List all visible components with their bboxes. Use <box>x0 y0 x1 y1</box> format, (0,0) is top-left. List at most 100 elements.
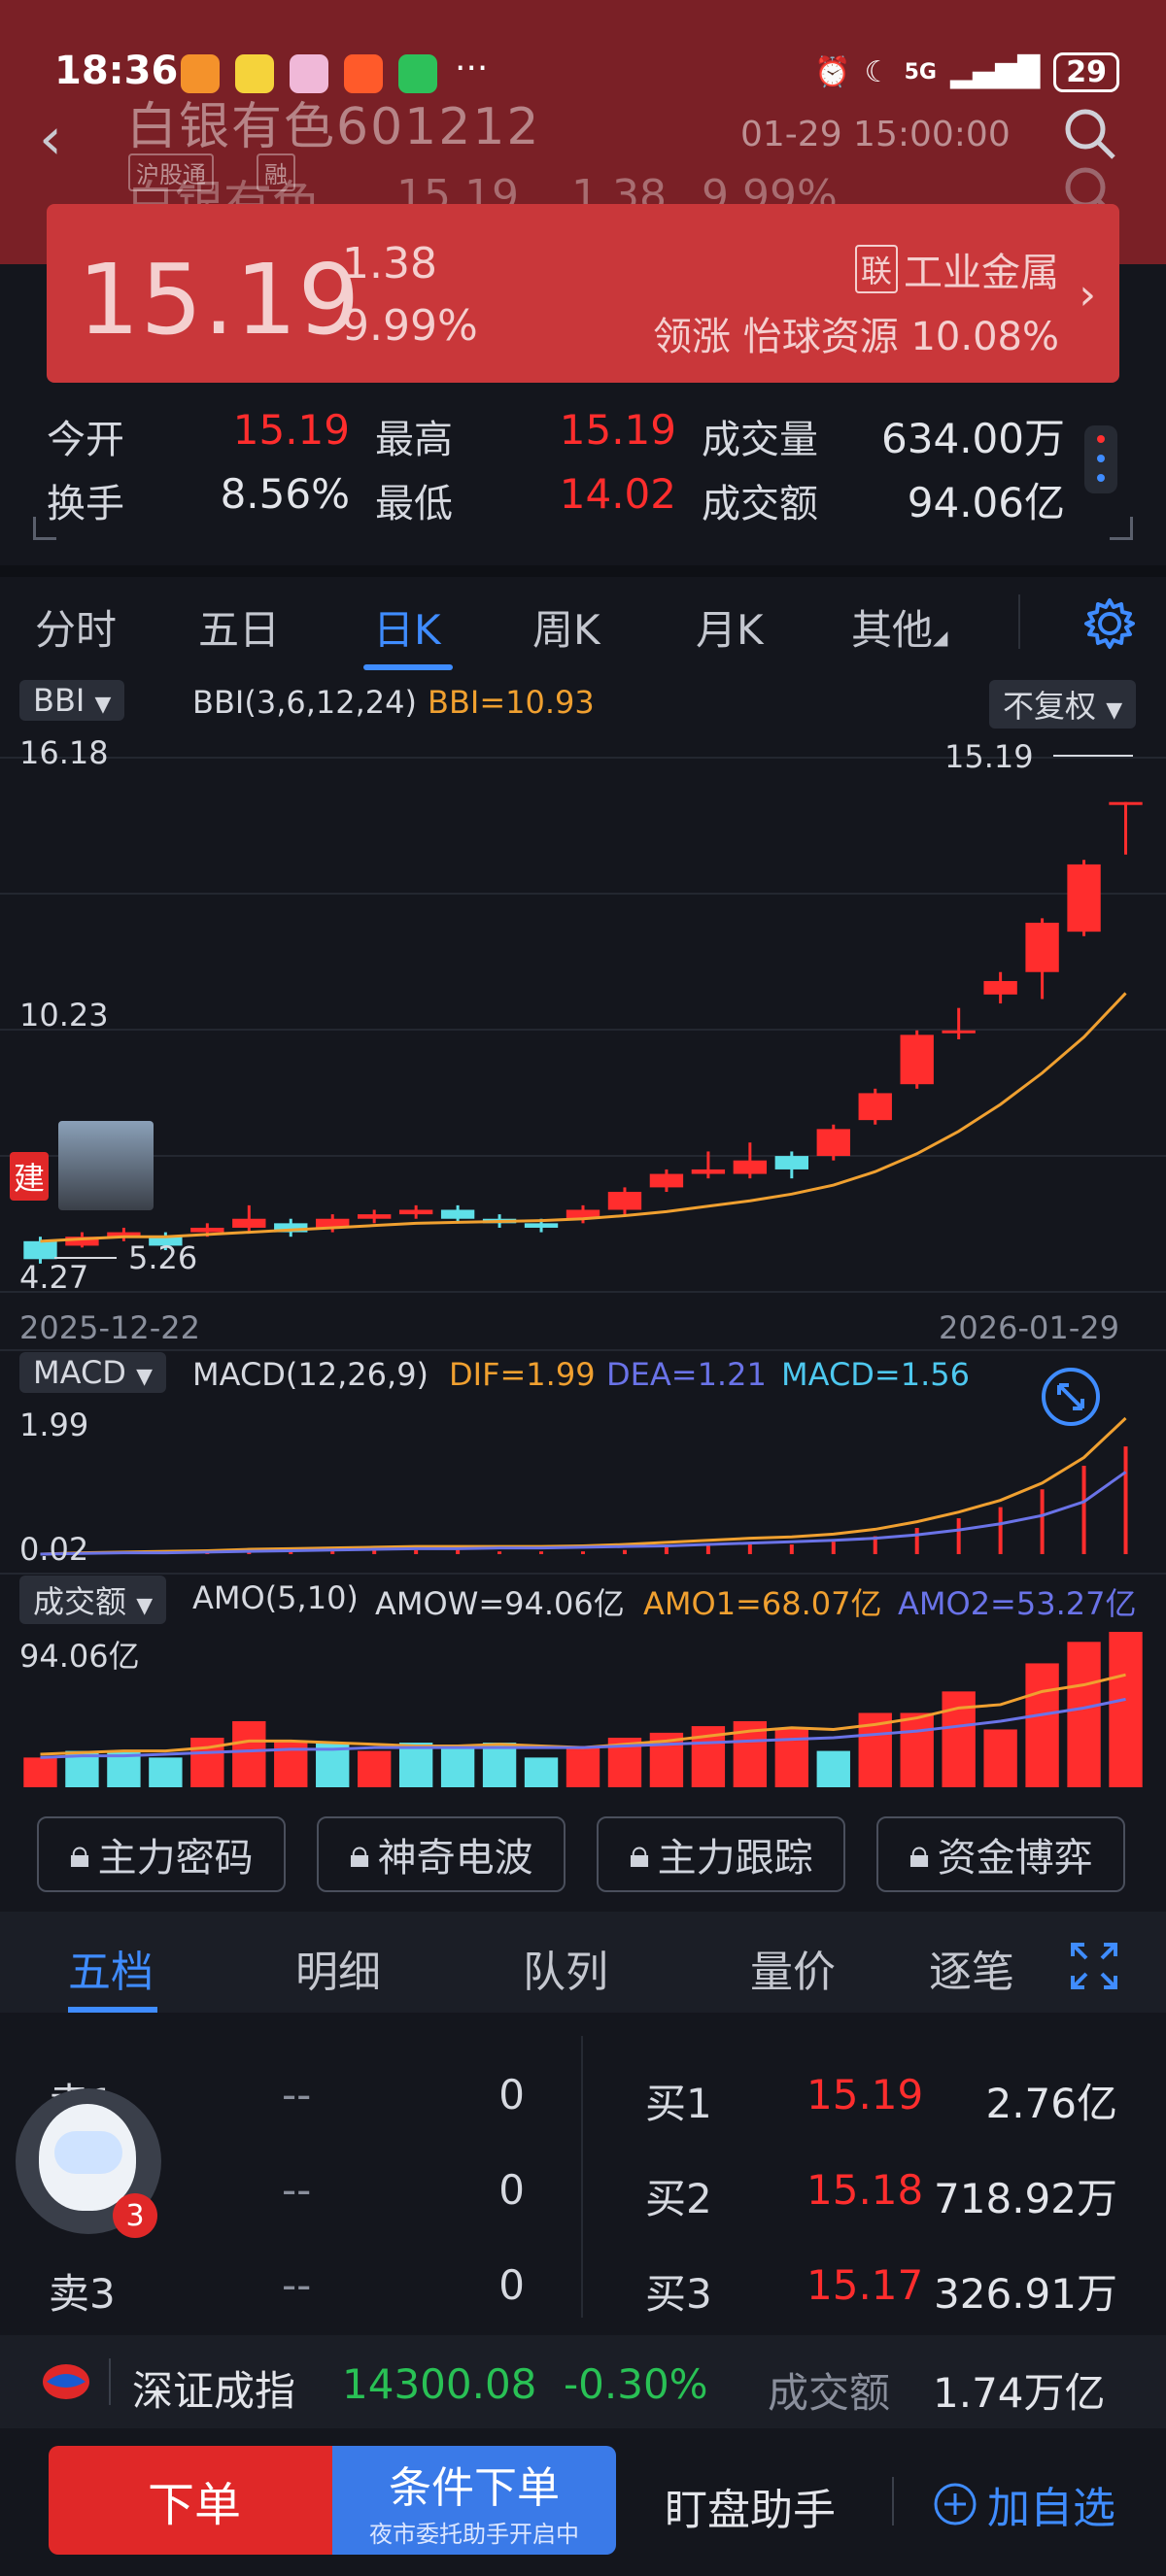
conditional-order-button[interactable]: 条件下单 夜市委托助手开启中 <box>332 2446 616 2555</box>
candle-body <box>1109 801 1143 805</box>
amount-bar <box>149 1757 183 1787</box>
low-value: 14.02 <box>559 470 676 518</box>
candle-body <box>816 1129 850 1157</box>
candle-body <box>774 1156 808 1169</box>
buy2-volume: 718.92万 <box>934 2175 1117 2222</box>
chevron-down-icon: ▼ <box>94 693 112 717</box>
sell3-volume: 0 <box>498 2261 525 2309</box>
divider <box>109 2358 111 2405</box>
lock-icon: 🔒︎ <box>349 1832 370 1877</box>
back-button[interactable]: ‹ <box>39 105 62 173</box>
tab-monthly-k[interactable]: 月K <box>696 597 764 657</box>
indicator-select[interactable]: BBI ▼ <box>19 680 125 721</box>
quote-time: 01-29 15:00:00 <box>740 115 1011 154</box>
amount-bar <box>983 1729 1017 1787</box>
divider <box>581 2036 583 2318</box>
conditional-order-sub: 夜市委托助手开启中 <box>369 2520 579 2548</box>
divider <box>1018 594 1020 649</box>
tab-tick[interactable]: 逐笔 <box>929 1937 1014 1999</box>
expand-icon[interactable] <box>1069 1941 1119 1991</box>
tab-five-levels[interactable]: 五档 <box>68 1937 154 1999</box>
more-quote-toggle[interactable] <box>1084 425 1117 493</box>
industry-badge: 联 <box>854 245 898 293</box>
sell3-label: 卖3 <box>49 2270 116 2318</box>
candle-body <box>440 1209 475 1219</box>
candle-body <box>858 1093 892 1121</box>
feature-main-track[interactable]: 🔒︎ 主力跟踪 <box>597 1816 845 1892</box>
candle-body <box>733 1160 768 1174</box>
feature-fund-game[interactable]: 🔒︎ 资金博弈 <box>876 1816 1125 1892</box>
feature-main-code[interactable]: 🔒︎ 主力密码 <box>37 1816 286 1892</box>
tab-other[interactable]: 其他◢ <box>851 597 947 657</box>
y-axis-bottom: 4.27 <box>19 1259 89 1296</box>
amount-bar <box>1067 1642 1101 1787</box>
y-axis-mid: 10.23 <box>19 997 109 1034</box>
tab-five-day[interactable]: 五日 <box>198 597 280 657</box>
industry-link[interactable]: 联 工业金属 <box>854 241 1059 297</box>
expand-corner <box>33 517 56 540</box>
alarm-icon: ⏰ <box>814 55 851 89</box>
dea-line <box>40 1471 1127 1556</box>
battery-indicator: 29 <box>1053 52 1119 92</box>
feature-label: 主力跟踪 <box>657 1836 813 1881</box>
sell2-volume: 0 <box>498 2166 525 2214</box>
leader-name: 怡球资源 <box>742 315 899 359</box>
amount-select[interactable]: 成交额 ▼ <box>19 1576 167 1624</box>
index-value: 14300.08 <box>342 2360 537 2408</box>
monitor-assistant-button[interactable]: 盯盘助手 <box>665 2475 836 2537</box>
min-price-label: 5.26 <box>128 1239 198 1276</box>
chevron-down-icon: ▼ <box>136 1594 154 1618</box>
amount-bar <box>23 1757 57 1787</box>
plus-circle-icon <box>934 2483 977 2525</box>
tab-details[interactable]: 明细 <box>295 1937 381 1999</box>
tab-daily-k[interactable]: 日K <box>373 597 441 657</box>
assistant-avatar[interactable]: 3 <box>16 2088 161 2238</box>
moon-icon: ☾ <box>864 55 891 89</box>
macd-y-bottom: 0.02 <box>19 1531 89 1568</box>
sell3-price: -- <box>282 2261 312 2309</box>
chevron-right-icon[interactable]: › <box>1079 270 1096 320</box>
active-tab-indicator <box>68 2007 157 2013</box>
feature-label: 主力密码 <box>97 1836 254 1881</box>
gear-icon[interactable] <box>1080 594 1139 653</box>
tab-weekly-k[interactable]: 周K <box>532 597 600 657</box>
amount-value: 94.06亿 <box>907 479 1065 526</box>
amount-bar <box>816 1750 850 1787</box>
adjust-select[interactable]: 不复权 ▼ <box>989 680 1137 729</box>
search-icon[interactable] <box>1061 105 1117 161</box>
amount-bar <box>232 1720 266 1787</box>
add-watchlist-button[interactable]: 加自选 <box>933 2473 1115 2535</box>
candle-body <box>358 1214 392 1219</box>
amount-bar <box>482 1743 517 1787</box>
price-change: 1.38 <box>342 239 437 288</box>
chevron-down-icon: ▼ <box>136 1365 154 1389</box>
macd-select[interactable]: MACD ▼ <box>19 1352 167 1393</box>
amount-bar <box>1025 1663 1059 1787</box>
bbi-params: BBI(3,6,12,24) <box>192 684 417 721</box>
amount-bar <box>566 1746 600 1787</box>
tab-queue[interactable]: 队列 <box>523 1937 608 1999</box>
tab-other-label: 其他 <box>851 606 934 654</box>
lock-icon: 🔒︎ <box>909 1832 930 1877</box>
tab-intraday[interactable]: 分时 <box>35 597 117 657</box>
status-right: ⏰ ☾ 5G ▂▄▆█ 29 <box>814 52 1119 92</box>
fullscreen-icon[interactable] <box>1040 1366 1102 1428</box>
kline-chart[interactable] <box>0 670 1166 1797</box>
building-marker[interactable]: 建 <box>10 1152 50 1201</box>
tab-price-volume[interactable]: 量价 <box>750 1937 836 1999</box>
candle-body <box>524 1223 559 1228</box>
candle-body <box>23 1240 57 1260</box>
low-label: 最低 <box>375 482 453 526</box>
volume-value: 634.00万 <box>881 415 1065 462</box>
place-order-button[interactable]: 下单 <box>49 2446 340 2555</box>
news-thumbnail[interactable] <box>58 1121 154 1210</box>
feature-magic-wave[interactable]: 🔒︎ 神奇电波 <box>317 1816 566 1892</box>
divider <box>0 565 1166 577</box>
leader-pct: 10.08% <box>910 315 1059 359</box>
lock-icon: 🔒︎ <box>629 1832 650 1877</box>
lock-icon: 🔒︎ <box>69 1832 90 1877</box>
candle-body <box>398 1209 433 1215</box>
index-amount: 1.74万亿 <box>933 2369 1106 2417</box>
candle-body <box>983 980 1017 995</box>
expand-corner <box>1110 517 1133 540</box>
